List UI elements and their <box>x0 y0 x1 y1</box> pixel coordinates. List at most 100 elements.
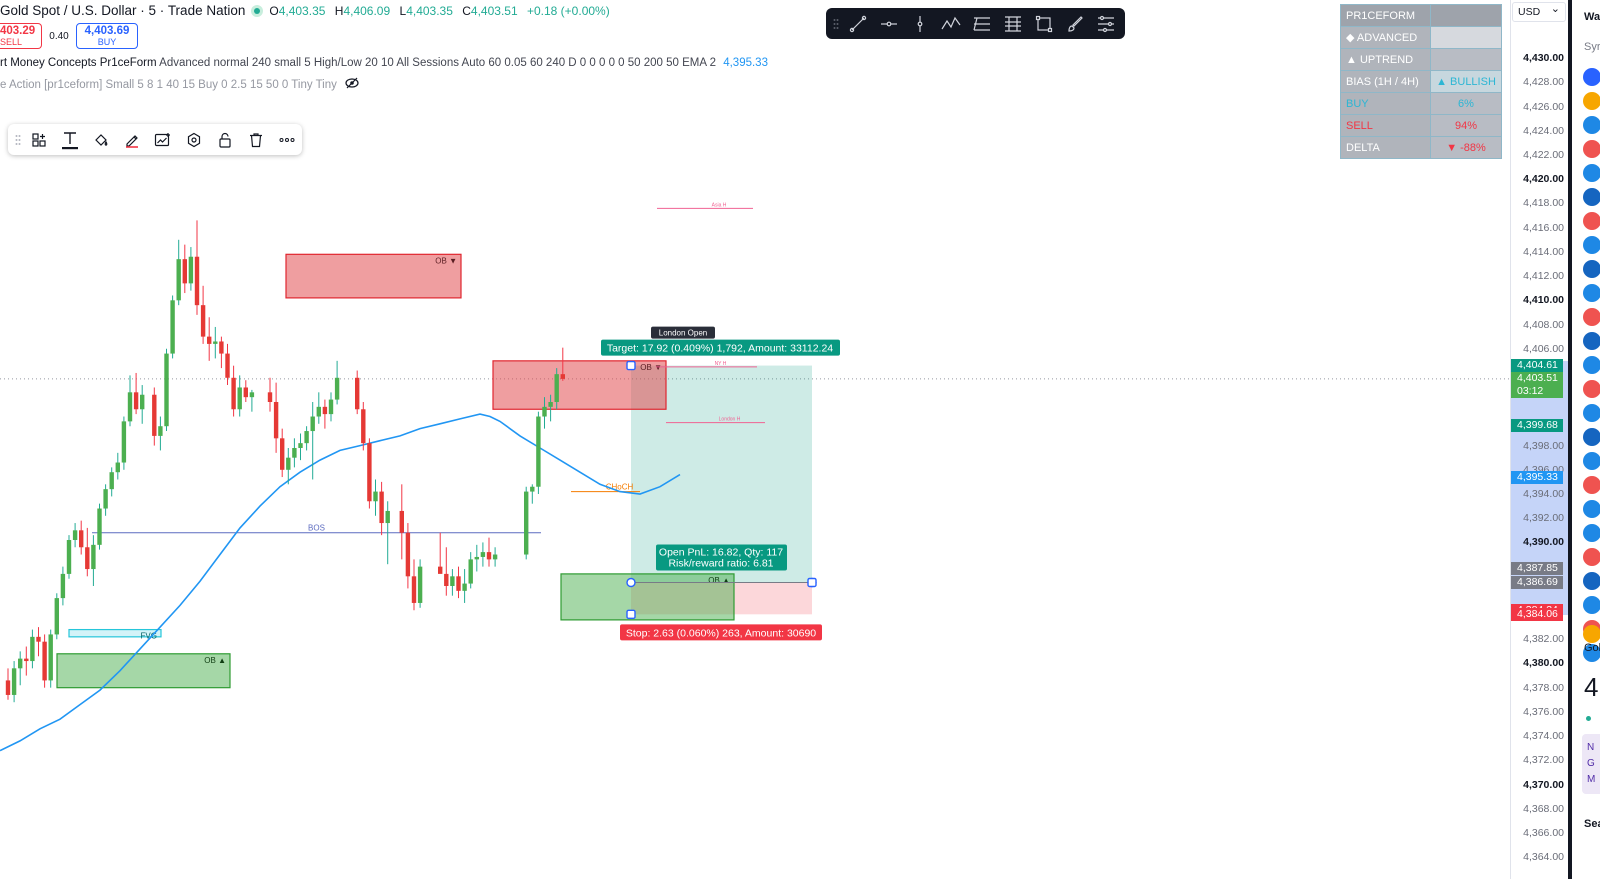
position-stop-label: Stop: 2.63 (0.060%) 263, Amount: 30690 <box>626 627 816 639</box>
smc-table-value: ▼ -88% <box>1430 136 1502 159</box>
hidden-eye-icon[interactable] <box>345 77 359 92</box>
symbol-legend: Gold Spot / U.S. Dollar · 5 · Trade Nati… <box>0 3 616 18</box>
details-news-card[interactable]: N G M <box>1582 734 1600 794</box>
asia-high-line-label: Asia H <box>712 202 727 208</box>
drawing-properties-toolbar <box>8 124 302 155</box>
price-axis[interactable]: 4,430.00 4,428.00 4,426.00 4,424.00 4,422.00… <box>1510 0 1571 879</box>
watchlist-flag-icon[interactable] <box>1583 260 1600 278</box>
watchlist-flag-icon[interactable] <box>1583 236 1600 254</box>
buy-button[interactable]: 4,403.69 BUY <box>76 23 138 49</box>
watchlist-flag-icon[interactable] <box>1583 188 1600 206</box>
trash-icon[interactable] <box>240 124 271 155</box>
brush-icon[interactable] <box>1059 8 1090 39</box>
currency-value: USD <box>1518 6 1541 18</box>
price-action-indicator-legend[interactable]: e Action [pr1ceform] Small 5 8 1 40 15 B… <box>0 77 359 92</box>
text-tool-icon[interactable] <box>55 124 86 155</box>
watchlist-flag-icon[interactable] <box>1583 356 1600 374</box>
smc-table-row: ▲ UPTREND <box>1340 48 1502 71</box>
smc-indicator-legend[interactable]: rt Money Concepts Pr1ceForm Advanced nor… <box>0 57 768 69</box>
settings-hex-icon[interactable] <box>178 124 209 155</box>
details-price: 4 <box>1584 672 1599 702</box>
candle-body <box>48 634 53 681</box>
rectangle-icon[interactable] <box>1028 8 1059 39</box>
watchlist-flag-icon[interactable] <box>1583 524 1600 542</box>
price-tick-label: 4,376.00 <box>1523 705 1564 718</box>
candle-body <box>121 421 127 463</box>
vertical-line-icon[interactable] <box>904 8 935 39</box>
candle-body <box>548 402 553 407</box>
candle-body <box>530 486 535 492</box>
candle-body <box>474 556 479 560</box>
low-value: 4,403.35 <box>406 3 453 18</box>
watchlist-flag-icon[interactable] <box>1583 92 1600 110</box>
candle-body <box>170 300 175 354</box>
layout-icon[interactable] <box>24 124 55 155</box>
candle-body <box>373 491 378 502</box>
watchlist-flag-icon[interactable] <box>1583 500 1600 518</box>
candle-body <box>385 510 390 524</box>
fib-channel-icon[interactable] <box>997 8 1028 39</box>
watchlist-flag-icon[interactable] <box>1583 140 1600 158</box>
smc-table-key: ▲ UPTREND <box>1340 48 1431 71</box>
fib-retracement-icon[interactable] <box>966 8 997 39</box>
ny-high-line-label: NY H <box>715 361 727 367</box>
candle-body <box>133 392 139 410</box>
sell-label: SELL <box>0 37 23 47</box>
candle-body <box>176 259 181 301</box>
close-value: 4,403.51 <box>470 3 518 18</box>
more-icon[interactable] <box>271 124 302 155</box>
more-lines-icon[interactable] <box>1090 8 1121 39</box>
candle-body <box>536 416 541 487</box>
price-tick-label: 4,414.00 <box>1523 245 1564 258</box>
price-tag: 4,395.33 <box>1511 471 1563 485</box>
price-tick-label: 4,390.00 <box>1523 536 1564 549</box>
lock-icon[interactable] <box>209 124 240 155</box>
smc-table-row: PR1CEFORM <box>1340 4 1502 27</box>
watchlist-flag-icon[interactable] <box>1583 284 1600 302</box>
sell-button[interactable]: 403.29 SELL <box>0 23 42 49</box>
horizontal-ray-icon[interactable] <box>873 8 904 39</box>
candle-body <box>322 406 328 415</box>
watchlist-title[interactable]: Wa <box>1584 11 1600 23</box>
watchlist-flag-icon[interactable] <box>1583 164 1600 182</box>
watchlist-flag-icon[interactable] <box>1583 476 1600 494</box>
watchlist-flag-icon[interactable] <box>1583 572 1600 590</box>
position-rr-label: Risk/reward ratio: 6.81 <box>668 557 773 569</box>
watchlist-flag-icon[interactable] <box>1583 404 1600 422</box>
price-tick-label: 4,418.00 <box>1523 197 1564 210</box>
symbol-title[interactable]: Gold Spot / U.S. Dollar · 5 · Trade Nati… <box>0 3 245 18</box>
gold-symbol-icon <box>1583 625 1600 643</box>
paint-bucket-icon[interactable] <box>86 124 117 155</box>
candle-body <box>30 636 35 662</box>
trendline-icon[interactable] <box>842 8 873 39</box>
price-tag-value: 4,399.68 <box>1517 418 1558 431</box>
watchlist-flag-icon[interactable] <box>1583 332 1600 350</box>
pattern-icon[interactable] <box>935 8 966 39</box>
candle-body <box>456 576 461 591</box>
grip-icon[interactable] <box>830 8 842 39</box>
add-chart-icon[interactable] <box>148 124 179 155</box>
watchlist-flag-icon[interactable] <box>1583 116 1600 134</box>
watchlist-flag-icon[interactable] <box>1583 596 1600 614</box>
candle-body <box>492 554 498 560</box>
watchlist-flag-icon[interactable] <box>1583 308 1600 326</box>
candle-body <box>462 583 467 591</box>
watchlist-flag-icon[interactable] <box>1583 212 1600 230</box>
candle-body <box>450 576 455 586</box>
grip-icon[interactable] <box>12 124 24 155</box>
watchlist-flag-icon[interactable] <box>1583 452 1600 470</box>
watchlist-flag-icon[interactable] <box>1583 380 1600 398</box>
watchlist-flag-icon[interactable] <box>1583 428 1600 446</box>
candle-body <box>554 374 559 402</box>
smc-table-value: 6% <box>1430 92 1502 115</box>
smc-indicator-params: Advanced normal 240 small 5 High/Low 20 … <box>159 57 716 69</box>
buy-price: 4,403.69 <box>84 25 130 37</box>
smc-indicator-value: 4,395.33 <box>723 57 768 69</box>
watchlist-flag-icon[interactable] <box>1583 68 1600 86</box>
price-tag-value: 4,395.33 <box>1517 471 1558 484</box>
smc-table-key: ◆ ADVANCED <box>1340 26 1431 49</box>
price-tick-label: 4,378.00 <box>1523 681 1564 694</box>
currency-select[interactable]: USD <box>1512 2 1566 22</box>
pen-color-icon[interactable] <box>117 124 148 155</box>
watchlist-flag-icon[interactable] <box>1583 548 1600 566</box>
